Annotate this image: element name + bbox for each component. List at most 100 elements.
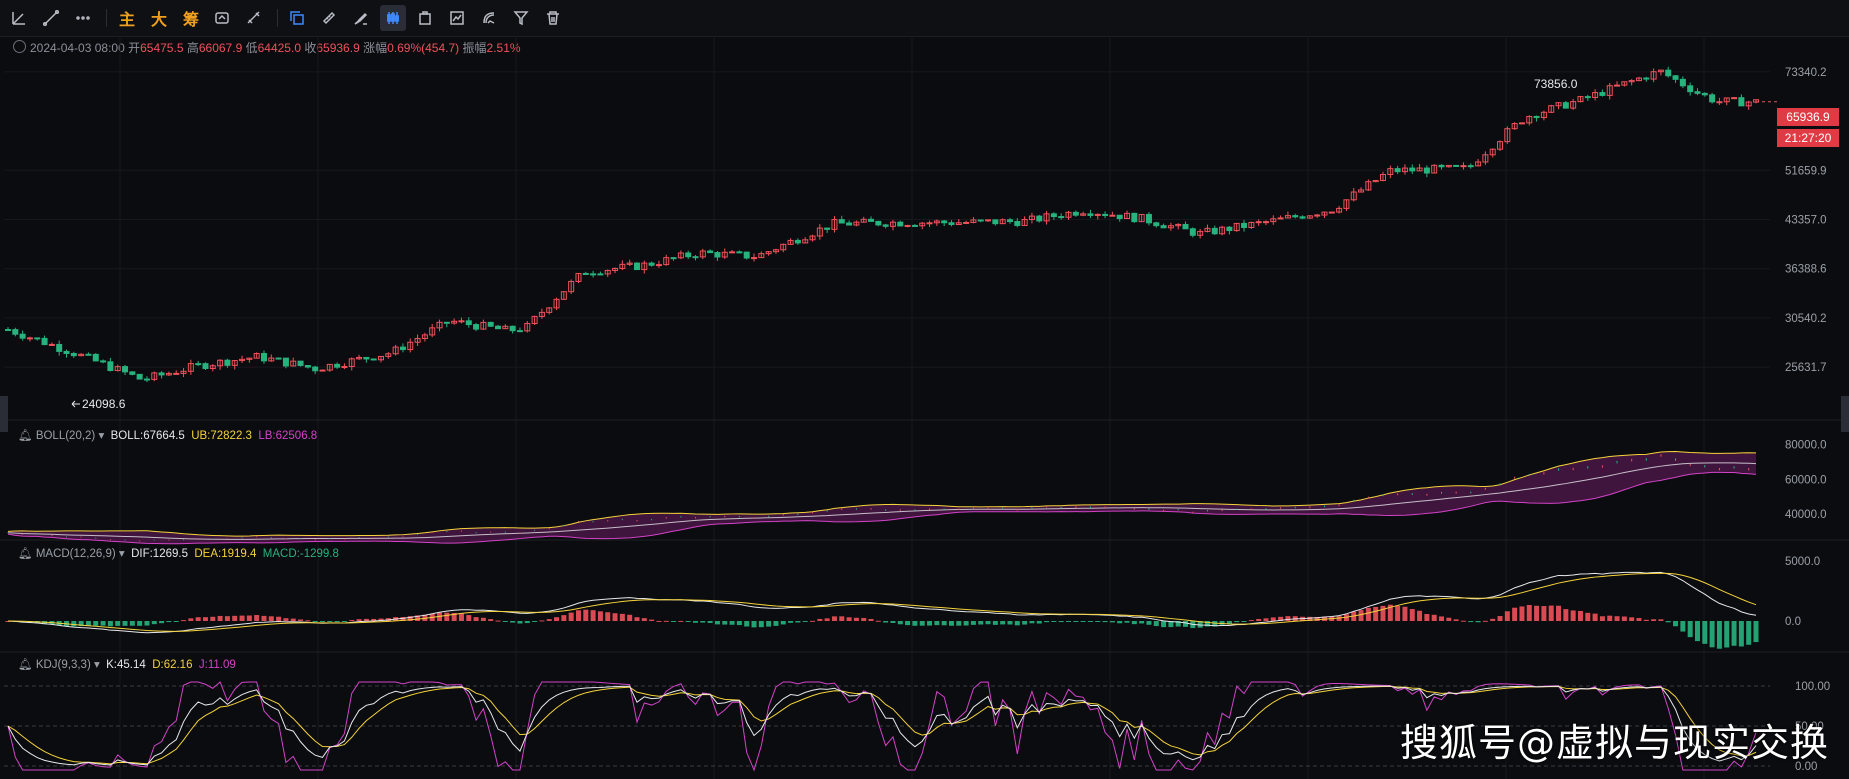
left-panel-handle[interactable] bbox=[0, 396, 8, 432]
candle-body bbox=[1423, 167, 1430, 174]
macd-histogram-bar bbox=[473, 617, 479, 621]
macd-histogram-bar bbox=[1519, 606, 1525, 621]
filter-icon[interactable] bbox=[508, 5, 534, 31]
large-button[interactable]: 大 bbox=[147, 6, 171, 30]
macd-tick-label: 5000.0 bbox=[1785, 556, 1820, 568]
macd-histogram-bar bbox=[861, 617, 867, 621]
candle-body bbox=[926, 222, 933, 225]
line-icon[interactable] bbox=[38, 5, 64, 31]
macd-histogram-bar bbox=[1716, 621, 1722, 649]
candle-body bbox=[1241, 222, 1248, 228]
template-icon[interactable] bbox=[476, 5, 502, 31]
candle-body bbox=[1058, 216, 1065, 219]
boll-lb-value: 62506.8 bbox=[275, 430, 318, 442]
macd-histogram-bar bbox=[1614, 616, 1620, 621]
candle-body bbox=[34, 337, 41, 340]
macd-histogram-bar bbox=[1439, 616, 1445, 621]
macd-histogram-bar bbox=[890, 621, 896, 624]
candle-body bbox=[85, 353, 92, 356]
macd-histogram-bar bbox=[363, 618, 369, 621]
macd-histogram-bar bbox=[546, 619, 552, 621]
macd-histogram-bar bbox=[1658, 619, 1664, 621]
main-chart-button[interactable]: 主 bbox=[115, 6, 139, 30]
macd-histogram-bar bbox=[1409, 609, 1415, 621]
macd-histogram-bar bbox=[1234, 621, 1240, 623]
macd-histogram-bar bbox=[1109, 621, 1115, 623]
macd-histogram-bar bbox=[115, 621, 121, 626]
macd-histogram-bar bbox=[1424, 613, 1430, 621]
macd-histogram-bar bbox=[1512, 607, 1518, 621]
macd-histogram-bar bbox=[327, 621, 333, 622]
macd-histogram-bar bbox=[970, 621, 976, 625]
macd-histogram-bar bbox=[1665, 621, 1671, 623]
candle-body bbox=[1087, 213, 1094, 216]
macd-histogram-bar bbox=[700, 621, 706, 623]
ruler-icon[interactable] bbox=[316, 5, 342, 31]
macd-histogram-bar bbox=[1365, 607, 1371, 621]
candle-body bbox=[1226, 226, 1233, 232]
candle-body bbox=[1014, 221, 1021, 226]
macd-histogram-bar bbox=[159, 621, 165, 624]
copy-icon[interactable] bbox=[284, 5, 310, 31]
macd-histogram-bar bbox=[1117, 621, 1123, 624]
macd-histogram-bar bbox=[341, 621, 347, 622]
candle-body bbox=[1562, 102, 1569, 109]
candle-body bbox=[1116, 214, 1123, 220]
candle-body bbox=[143, 378, 150, 381]
macd-histogram-bar bbox=[575, 610, 581, 621]
kline-chart[interactable]: 73340.2 51659.9 43357.0 36388.6 30540.2 25631… bbox=[0, 36, 1849, 779]
candle-body bbox=[1518, 122, 1525, 125]
bell-icon[interactable]: 🔔︎ bbox=[18, 430, 33, 442]
macd-histogram-bar bbox=[93, 621, 99, 626]
indicator-icon[interactable] bbox=[444, 5, 470, 31]
candle-body bbox=[751, 257, 758, 260]
brush-icon[interactable] bbox=[348, 5, 374, 31]
macd-label[interactable]: 🔔︎ MACD(12,26,9) ▾ DIF:1269.5 DEA:1919.4… bbox=[18, 546, 339, 560]
macd-histogram-bar bbox=[268, 616, 274, 621]
macd-histogram-bar bbox=[1687, 621, 1693, 638]
macd-histogram-bar bbox=[1066, 621, 1072, 622]
candle-body bbox=[590, 273, 597, 276]
boll-tick-label: 40000.0 bbox=[1785, 509, 1827, 521]
bell-icon[interactable]: 🔔︎ bbox=[18, 548, 33, 560]
candle-body bbox=[63, 350, 70, 355]
macd-histogram-bar bbox=[1497, 616, 1503, 621]
macd-histogram-bar bbox=[883, 621, 889, 623]
kdj-label[interactable]: 🔔︎ KDJ(9,3,3) ▾ K:45.14 D:62.16 J:11.09 bbox=[18, 657, 236, 671]
bell-icon[interactable]: 🔔︎ bbox=[18, 659, 33, 671]
candle-body bbox=[1006, 219, 1013, 223]
candle-body bbox=[714, 252, 721, 258]
candle-body bbox=[1701, 92, 1708, 96]
candle-body bbox=[1314, 214, 1321, 217]
clipboard-icon[interactable] bbox=[412, 5, 438, 31]
candle-body bbox=[12, 329, 19, 335]
macd-histogram-bar bbox=[1673, 621, 1679, 627]
candle-body bbox=[100, 360, 107, 363]
price-tick-label: 51659.9 bbox=[1785, 165, 1827, 177]
candle-body bbox=[1738, 97, 1745, 107]
macd-histogram-bar bbox=[71, 621, 77, 627]
candle-body bbox=[904, 224, 911, 227]
more-icon[interactable] bbox=[70, 5, 96, 31]
dea-line bbox=[7, 572, 1757, 632]
macd-histogram-bar bbox=[298, 619, 304, 621]
macd-histogram-bar bbox=[963, 621, 969, 626]
candle-body bbox=[48, 343, 55, 346]
candle-body bbox=[1665, 69, 1672, 77]
compare-icon[interactable] bbox=[209, 5, 235, 31]
trendline-icon[interactable] bbox=[6, 5, 32, 31]
chip-button[interactable]: 筹 bbox=[179, 6, 203, 30]
macd-histogram-bar bbox=[1000, 621, 1006, 625]
candle-body bbox=[1614, 84, 1621, 87]
boll-label[interactable]: 🔔︎ BOLL(20,2) ▾ BOLL:67664.5 UB:72822.3 … bbox=[18, 428, 317, 442]
candle-body bbox=[1211, 227, 1218, 235]
measure-icon[interactable] bbox=[241, 5, 267, 31]
right-panel-handle[interactable] bbox=[1841, 396, 1849, 432]
price-tick-label: 43357.0 bbox=[1785, 214, 1827, 226]
k-value: 45.14 bbox=[117, 659, 146, 671]
macd-histogram-bar bbox=[1102, 621, 1108, 623]
trash-icon[interactable] bbox=[540, 5, 566, 31]
candlestick-icon[interactable] bbox=[380, 5, 406, 31]
candle-body bbox=[319, 369, 326, 372]
candle-body bbox=[19, 333, 26, 339]
